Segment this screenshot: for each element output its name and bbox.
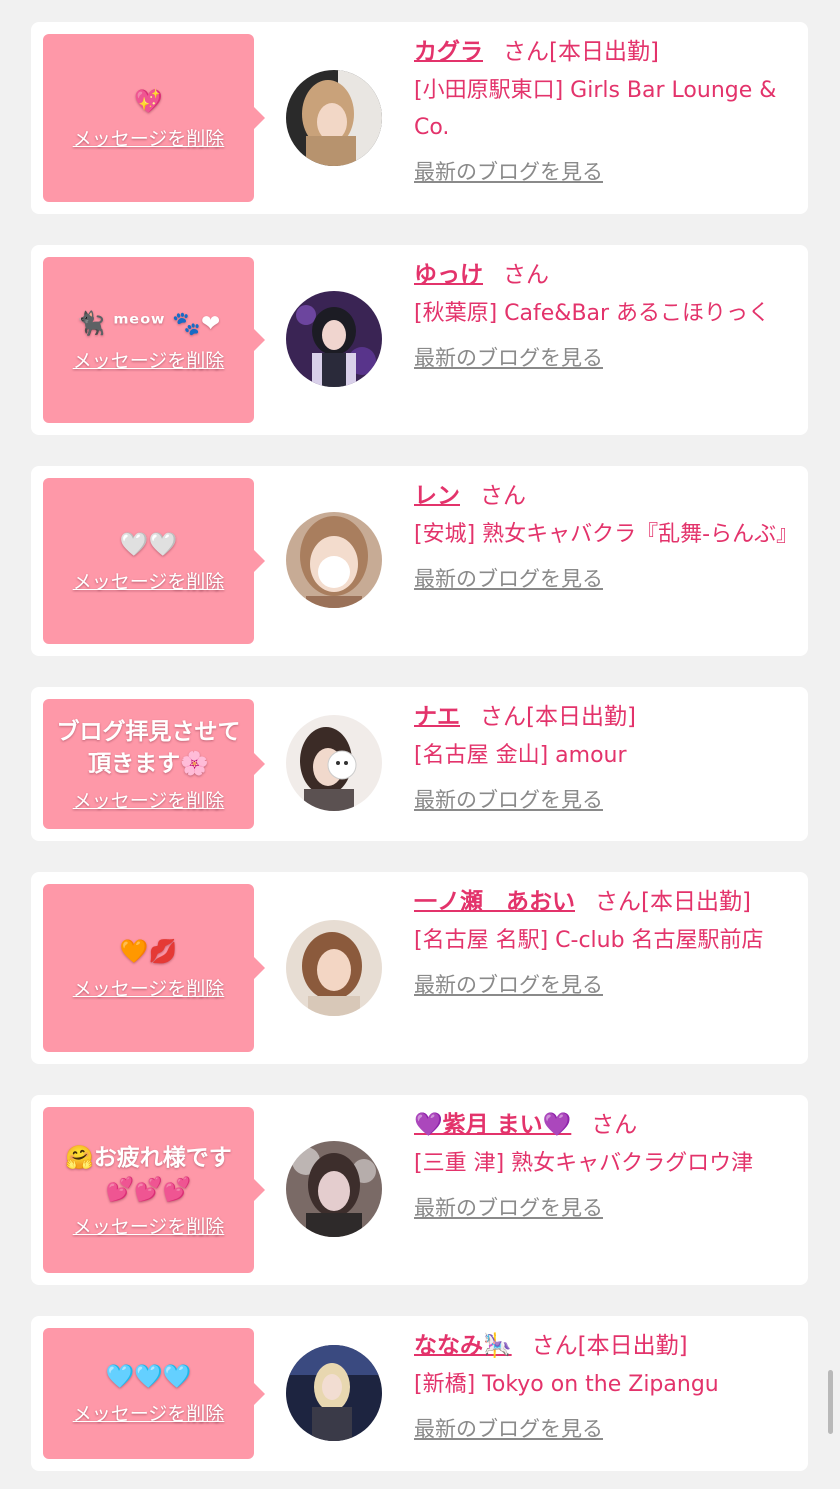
delete-message-link[interactable]: メッセージを削除 [73, 1212, 225, 1239]
avatar[interactable] [286, 70, 382, 166]
attendance-status: [本日出勤] [526, 704, 636, 730]
message-bubble: 🩵🩵🩵 メッセージを削除 [43, 1328, 265, 1459]
avatar[interactable] [286, 715, 382, 811]
latest-blog-link[interactable]: 最新のブログを見る [414, 156, 603, 186]
latest-blog-link[interactable]: 最新のブログを見る [414, 1192, 603, 1222]
girl-info: ななみ🎠 さん[本日出勤] [新橋] Tokyo on the Zipangu 最… [414, 1328, 794, 1443]
latest-blog-link[interactable]: 最新のブログを見る [414, 1413, 603, 1443]
message-text: 🐈‍⬛ ᵐᵉᵒʷ 🐾❤ [76, 310, 221, 337]
name-suffix: さん [591, 1112, 638, 1138]
avatar[interactable] [286, 512, 382, 608]
girl-name-link[interactable]: ゆっけ [414, 262, 483, 288]
avatar[interactable] [286, 1141, 382, 1237]
girl-name-link[interactable]: 一ノ瀬 あおい [414, 889, 575, 915]
delete-message-link[interactable]: メッセージを削除 [73, 1399, 225, 1426]
avatar[interactable] [286, 1345, 382, 1441]
shop-name: [三重 津] 熟女キャバクラグロウ津 [414, 1151, 754, 1176]
attendance-status: [本日出勤] [549, 39, 659, 65]
girl-name-link[interactable]: ナエ [414, 704, 460, 730]
message-text: 🤍🤍 [119, 531, 178, 558]
message-card: 🩵🩵🩵 メッセージを削除 ななみ🎠 さん[本日出勤] [新橋] Tokyo on … [31, 1316, 808, 1471]
girl-info: ゆっけ さん [秋葉原] Cafe&Bar あるこほりっく 最新のブログを見る [414, 257, 794, 372]
message-text: 🤗お疲れ様です💕💕💕 [65, 1144, 232, 1203]
message-card: ブログ拝見させて頂きます🌸 メッセージを削除 ナエ さん[本日出勤] [名古屋 金… [31, 687, 808, 841]
message-text: 🩵🩵🩵 [105, 1364, 192, 1390]
delete-message-link[interactable]: メッセージを削除 [73, 346, 225, 373]
delete-message-link[interactable]: メッセージを削除 [73, 567, 225, 594]
girl-info: レン さん [安城] 熟女キャバクラ『乱舞-らんぶ』 最新のブログを見る [414, 478, 799, 593]
shop-name: [小田原駅東口] Girls Bar Lounge & Co. [414, 78, 777, 140]
girl-info: 💜紫月 まい💜 さん [三重 津] 熟女キャバクラグロウ津 最新のブログを見る [414, 1107, 794, 1222]
delete-message-link[interactable]: メッセージを削除 [73, 974, 225, 1001]
latest-blog-link[interactable]: 最新のブログを見る [414, 342, 603, 372]
girl-info: ナエ さん[本日出勤] [名古屋 金山] amour 最新のブログを見る [414, 699, 794, 814]
message-card: 💖 メッセージを削除 カグラ さん[本日出勤] [小田原駅東口] Girls Ba… [31, 22, 808, 214]
message-bubble: 🤗お疲れ様です💕💕💕 メッセージを削除 [43, 1107, 265, 1273]
message-text: 🧡💋 [119, 938, 178, 965]
girl-name-link[interactable]: レン [414, 483, 460, 509]
message-card: 🐈‍⬛ ᵐᵉᵒʷ 🐾❤ メッセージを削除 ゆっけ さん [秋葉原] Cafe&Ba… [31, 245, 808, 435]
shop-name: [新橋] Tokyo on the Zipangu [414, 1372, 719, 1397]
avatar[interactable] [286, 920, 382, 1016]
delete-message-link[interactable]: メッセージを削除 [73, 786, 225, 813]
message-card: 🧡💋 メッセージを削除 一ノ瀬 あおい さん[本日出勤] [名古屋 名駅] C-c… [31, 872, 808, 1064]
message-bubble: 🧡💋 メッセージを削除 [43, 884, 265, 1052]
attendance-status: [本日出勤] [577, 1333, 688, 1359]
girl-info: 一ノ瀬 あおい さん[本日出勤] [名古屋 名駅] C-club 名古屋駅前店 最… [414, 884, 794, 999]
message-card: 🤍🤍 メッセージを削除 レン さん [安城] 熟女キャバクラ『乱舞-らんぶ』 最新… [31, 466, 808, 656]
message-bubble: 🤍🤍 メッセージを削除 [43, 478, 265, 644]
latest-blog-link[interactable]: 最新のブログを見る [414, 784, 603, 814]
name-suffix: さん [503, 262, 549, 288]
shop-name: [秋葉原] Cafe&Bar あるこほりっく [414, 301, 771, 326]
message-text: ブログ拝見させて頂きます🌸 [56, 718, 241, 777]
name-suffix: さん [531, 1333, 578, 1359]
message-bubble: ブログ拝見させて頂きます🌸 メッセージを削除 [43, 699, 265, 829]
avatar[interactable] [286, 291, 382, 387]
name-suffix: さん [480, 483, 526, 509]
message-card: 🤗お疲れ様です💕💕💕 メッセージを削除 💜紫月 まい💜 さん [三重 津] 熟女キ… [31, 1095, 808, 1285]
shop-name: [安城] 熟女キャバクラ『乱舞-らんぶ』 [414, 522, 799, 547]
name-suffix: さん [480, 704, 526, 730]
shop-name: [名古屋 金山] amour [414, 743, 627, 768]
message-bubble: 🐈‍⬛ ᵐᵉᵒʷ 🐾❤ メッセージを削除 [43, 257, 265, 423]
girl-name-link[interactable]: カグラ [414, 39, 483, 65]
girl-name-link[interactable]: 💜紫月 まい💜 [414, 1112, 571, 1138]
attendance-status: [本日出勤] [641, 889, 751, 915]
scrollbar[interactable] [828, 1370, 833, 1434]
girl-name-link[interactable]: ななみ🎠 [414, 1333, 512, 1359]
delete-message-link[interactable]: メッセージを削除 [73, 124, 225, 151]
message-text: 💖 [134, 88, 163, 115]
shop-name: [名古屋 名駅] C-club 名古屋駅前店 [414, 928, 764, 953]
latest-blog-link[interactable]: 最新のブログを見る [414, 969, 603, 999]
latest-blog-link[interactable]: 最新のブログを見る [414, 563, 603, 593]
name-suffix: さん [595, 889, 641, 915]
girl-info: カグラ さん[本日出勤] [小田原駅東口] Girls Bar Lounge & … [414, 34, 794, 186]
name-suffix: さん [503, 39, 549, 65]
message-bubble: 💖 メッセージを削除 [43, 34, 265, 202]
